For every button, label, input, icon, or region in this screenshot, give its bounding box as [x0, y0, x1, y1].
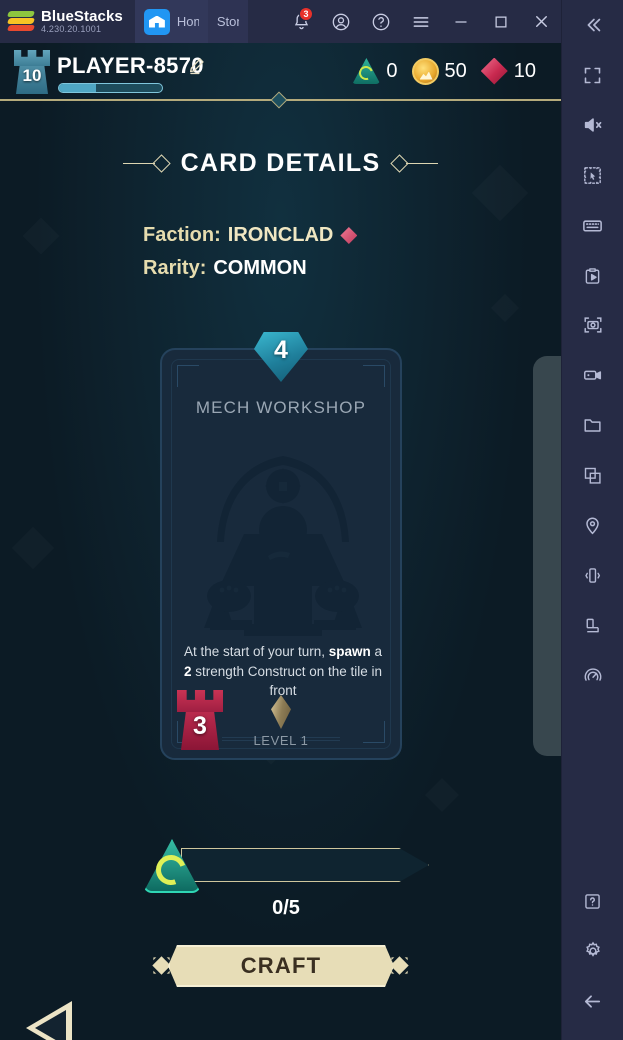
card-artwork	[184, 438, 382, 638]
section-header: CARD DETAILS	[0, 149, 561, 178]
card-cost-gem-icon: 4	[254, 332, 308, 382]
multi-select-icon[interactable]	[562, 150, 623, 200]
desc-part-2: a	[370, 644, 383, 659]
currency-coin-value: 50	[444, 59, 467, 82]
desc-part-1: At the start of your turn,	[183, 644, 329, 659]
help-question-icon[interactable]	[562, 876, 623, 926]
craft-progress-track	[181, 848, 429, 882]
level-diamond-icon	[271, 695, 291, 729]
craft-button-label: CRAFT	[240, 953, 322, 978]
player-level-tower-icon: 10	[12, 50, 52, 94]
bluestacks-brand: BlueStacks 4.230.20.1001	[0, 9, 123, 35]
minimize-icon[interactable]	[441, 0, 481, 43]
help-icon[interactable]	[361, 0, 401, 43]
player-xp-bar	[58, 83, 163, 93]
brand-name: BlueStacks	[41, 7, 123, 25]
settings-gear-icon[interactable]	[562, 926, 623, 976]
screen-record-icon[interactable]	[562, 350, 623, 400]
menu-icon[interactable]	[401, 0, 441, 43]
macro-script-icon[interactable]	[562, 250, 623, 300]
card-level-label: LEVEL 1	[253, 733, 309, 748]
desc-keyword-spawn: spawn	[328, 644, 371, 659]
gem-icon	[480, 57, 508, 85]
notifications-badge: 3	[299, 7, 313, 21]
mute-icon[interactable]	[562, 100, 623, 150]
rarity-label: Rarity:	[143, 257, 207, 279]
tab-game-label: Stone Age	[216, 14, 239, 29]
currency-essence[interactable]: 0	[352, 58, 404, 84]
rotate-icon[interactable]	[562, 600, 623, 650]
card-meta: Faction: IRONCLAD Rarity: COMMON	[143, 219, 358, 285]
instance-tabs: Home Stone Age	[0, 0, 561, 1040]
account-icon[interactable]	[321, 0, 361, 43]
rarity-value: COMMON	[213, 257, 307, 279]
card-title: MECH WORKSHOP	[195, 398, 367, 417]
card-corner	[363, 365, 385, 387]
card-strength-value: 3	[193, 712, 207, 740]
currency-gem[interactable]: 10	[480, 57, 543, 85]
header-divider	[0, 91, 561, 109]
tab-home-label: Home	[176, 14, 199, 29]
currency-essence-value: 0	[386, 59, 398, 82]
card-cost-value: 4	[274, 336, 288, 364]
player-xp-fill	[59, 84, 97, 92]
craft-button[interactable]: CRAFT	[150, 945, 412, 987]
card-strength-tower-icon: 3	[174, 688, 226, 750]
multi-instance-icon[interactable]	[562, 450, 623, 500]
keyboard-controls-icon[interactable]	[562, 200, 623, 250]
player-header: 10 PLAYER-8570 0 50 10	[0, 43, 561, 99]
faction-label: Faction:	[143, 224, 221, 246]
player-level-value: 10	[22, 66, 42, 85]
currency-coin[interactable]: 50	[411, 57, 474, 85]
card-display[interactable]: 4 MECH WORKSHOP At the start of your tur…	[160, 332, 402, 760]
close-icon[interactable]	[521, 0, 561, 43]
page-title: CARD DETAILS	[180, 149, 381, 177]
notifications-bell-icon[interactable]: 3	[281, 0, 321, 43]
card-level-block: LEVEL 1	[231, 695, 331, 748]
currency-gem-value: 10	[513, 59, 536, 82]
title-ornament-left-icon	[122, 154, 171, 173]
brand-version: 4.230.20.1001	[41, 23, 102, 34]
essence-icon	[352, 58, 381, 84]
edit-name-pencil-icon[interactable]	[187, 55, 206, 76]
faction-value: IRONCLAD	[227, 224, 334, 246]
window-controls: 3	[281, 0, 561, 43]
screenshot-icon[interactable]	[562, 300, 623, 350]
collapse-sidebar-icon[interactable]	[562, 0, 623, 50]
card-corner	[363, 721, 385, 743]
bluestacks-titlebar: BlueStacks 4.230.20.1001 Home Stone Age …	[0, 0, 561, 1040]
title-ornament-right-icon	[390, 154, 439, 173]
coin-icon	[411, 57, 439, 85]
tab-game[interactable]: Stone Age	[0, 0, 561, 1040]
app-root: BlueStacks 4.230.20.1001 Home Stone Age …	[0, 0, 623, 1040]
game-viewport: 10 PLAYER-8570 0 50 10 CARD DETAILS Fact…	[0, 43, 561, 1040]
location-pin-icon[interactable]	[562, 500, 623, 550]
card-corner	[177, 365, 199, 387]
faction-row: Faction: IRONCLAD	[143, 219, 358, 252]
craft-progress: 0/5	[143, 839, 429, 919]
media-manager-icon[interactable]	[562, 400, 623, 450]
craft-ornament-right-icon	[388, 954, 412, 978]
shake-device-icon[interactable]	[562, 550, 623, 600]
fullscreen-icon[interactable]	[562, 50, 623, 100]
next-card-peek[interactable]	[533, 356, 561, 756]
tab-home[interactable]: Home	[134, 0, 208, 43]
rarity-row: Rarity: COMMON	[143, 252, 357, 285]
essence-icon	[143, 839, 201, 893]
maximize-icon[interactable]	[481, 0, 521, 43]
game-back-button[interactable]	[26, 1001, 80, 1040]
back-arrow-icon[interactable]	[562, 976, 623, 1026]
bluestacks-logo-icon	[6, 9, 36, 35]
performance-icon[interactable]	[562, 650, 623, 700]
faction-diamond-icon	[340, 227, 358, 244]
craft-progress-label: 0/5	[272, 897, 300, 919]
player-name: PLAYER-8570	[57, 53, 204, 78]
home-icon	[143, 8, 170, 35]
bluestacks-sidebar	[561, 0, 623, 1040]
currency-tray: 0 50 10	[352, 54, 543, 88]
